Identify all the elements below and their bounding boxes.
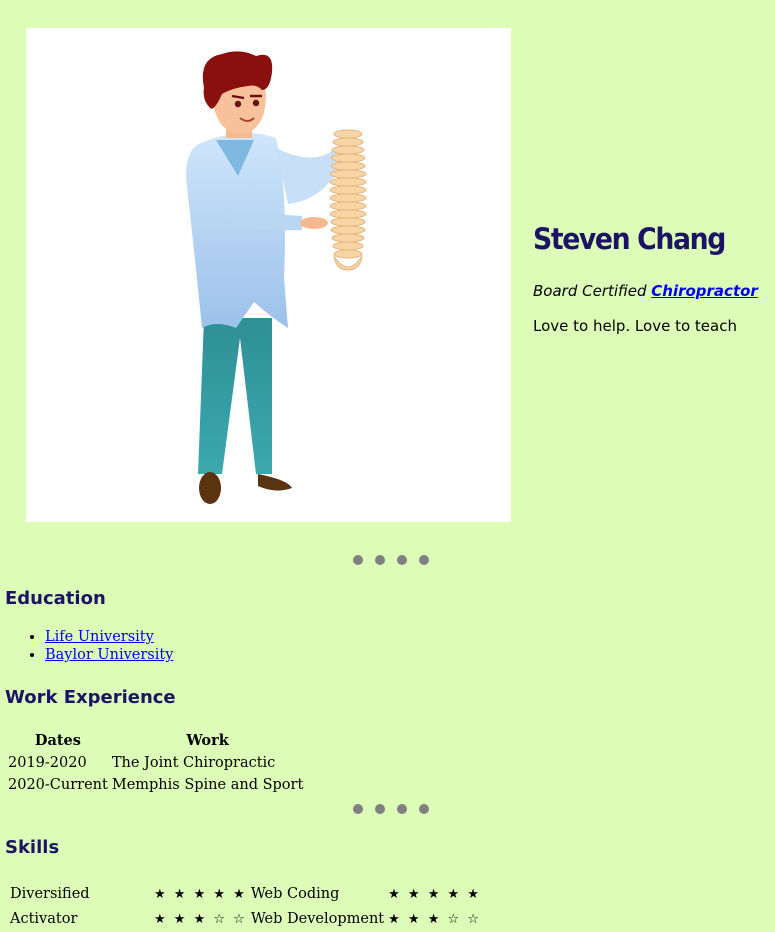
profile-panel: Steven Chang Board Certified Chiropracto… bbox=[533, 222, 773, 335]
section-divider-dots bbox=[353, 804, 429, 814]
divider-dot bbox=[375, 804, 385, 814]
divider-dot bbox=[397, 804, 407, 814]
section-divider-dots bbox=[353, 555, 429, 565]
column-header-work: Work bbox=[186, 732, 229, 749]
skill-name: Diversified bbox=[10, 886, 90, 902]
education-link[interactable]: Baylor University bbox=[45, 647, 173, 663]
work-table: Dates Work 2019-2020 The Joint Chiroprac… bbox=[6, 730, 305, 796]
divider-dot bbox=[353, 804, 363, 814]
work-place: The Joint Chiropractic bbox=[111, 755, 276, 771]
profile-title: Board Certified Chiropractor bbox=[533, 282, 773, 300]
profile-name: Steven Chang bbox=[533, 222, 726, 256]
skills-table: Diversified ★ ★ ★ ★ ★ Web Coding ★ ★ ★ ★… bbox=[8, 882, 483, 932]
divider-dot bbox=[419, 804, 429, 814]
table-row: Diversified ★ ★ ★ ★ ★ Web Coding ★ ★ ★ ★… bbox=[8, 882, 483, 907]
chiropractor-illustration bbox=[186, 51, 367, 504]
education-link[interactable]: Life University bbox=[45, 629, 154, 645]
divider-dot bbox=[397, 555, 407, 565]
skill-rating: ★ ★ ★ ☆ ☆ bbox=[388, 912, 481, 927]
skill-rating: ★ ★ ★ ☆ ☆ bbox=[154, 912, 247, 927]
skills-heading: Skills bbox=[5, 837, 60, 858]
divider-dot bbox=[353, 555, 363, 565]
list-item: Baylor University bbox=[45, 646, 173, 664]
education-list: Life University Baylor University bbox=[45, 628, 173, 664]
skill-name: Web Development bbox=[250, 911, 385, 927]
education-heading: Education bbox=[5, 588, 106, 609]
work-dates: 2019-2020 bbox=[8, 755, 87, 771]
hero-image bbox=[26, 28, 511, 522]
profile-tagline: Love to help. Love to teach bbox=[533, 317, 737, 335]
title-prefix: Board Certified bbox=[533, 282, 647, 300]
list-item: Life University bbox=[45, 628, 173, 646]
skill-name: Web Coding bbox=[250, 886, 340, 902]
work-experience-heading: Work Experience bbox=[5, 687, 176, 708]
divider-dot bbox=[419, 555, 429, 565]
skill-rating: ★ ★ ★ ★ ★ bbox=[154, 887, 247, 902]
column-header-dates: Dates bbox=[34, 732, 81, 749]
table-row: 2020-Current Memphis Spine and Sport bbox=[6, 774, 305, 796]
skill-name: Activator bbox=[10, 911, 78, 927]
chiropractor-link[interactable]: Chiropractor bbox=[651, 282, 758, 300]
divider-dot bbox=[375, 555, 385, 565]
table-header-row: Dates Work bbox=[6, 730, 305, 752]
skill-rating: ★ ★ ★ ★ ★ bbox=[388, 887, 481, 902]
table-row: Activator ★ ★ ★ ☆ ☆ Web Development ★ ★ … bbox=[8, 907, 483, 932]
work-place: Memphis Spine and Sport bbox=[111, 777, 304, 793]
table-row: 2019-2020 The Joint Chiropractic bbox=[6, 752, 305, 774]
work-dates: 2020-Current bbox=[8, 777, 108, 793]
